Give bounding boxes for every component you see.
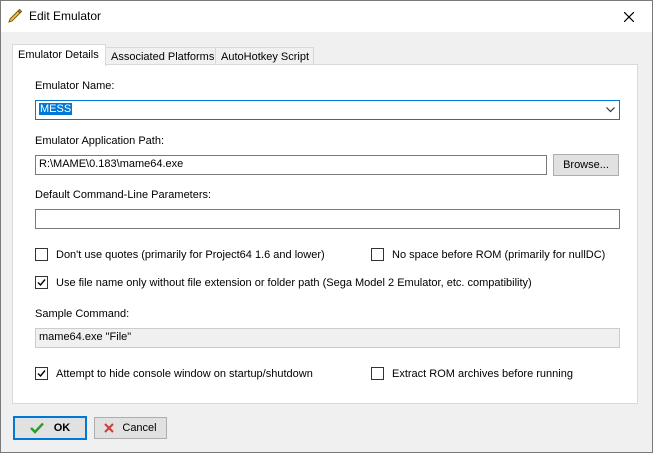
emulator-name-combobox[interactable]: MESS — [35, 100, 620, 120]
tab-emulator-details[interactable]: Emulator Details — [12, 44, 106, 66]
x-icon — [104, 423, 115, 433]
application-path-label: Emulator Application Path: — [35, 135, 165, 147]
window-title: Edit Emulator — [29, 9, 102, 23]
emulator-name-label: Emulator Name: — [35, 80, 115, 92]
checkbox-label: No space before ROM (primarily for nullD… — [392, 248, 606, 261]
command-line-parameters-input[interactable] — [35, 209, 620, 229]
browse-button-label: Browse... — [563, 159, 609, 171]
check-mark-icon — [37, 370, 46, 378]
cancel-button[interactable]: Cancel — [94, 417, 167, 439]
close-button[interactable] — [606, 1, 652, 32]
tab-associated-platforms[interactable]: Associated Platforms — [105, 47, 216, 65]
emulator-name-value: MESS — [39, 103, 73, 115]
pencil-icon — [7, 7, 23, 23]
dont-use-quotes-checkbox[interactable]: Don't use quotes (primarily for Project6… — [35, 248, 325, 261]
checkbox-label: Use file name only without file extensio… — [56, 276, 532, 289]
ok-button-label: OK — [53, 422, 71, 434]
title-bar: Edit Emulator — [1, 1, 652, 32]
sample-command-label: Sample Command: — [35, 308, 130, 320]
tab-label: Emulator Details — [18, 49, 99, 61]
checkbox-box[interactable] — [35, 276, 48, 289]
emulator-details-panel: Emulator Name: MESS Emulator Application… — [12, 64, 638, 404]
extract-rom-checkbox[interactable]: Extract ROM archives before running — [371, 367, 573, 380]
checkbox-box[interactable] — [371, 367, 384, 380]
checkbox-label: Extract ROM archives before running — [392, 367, 573, 380]
tab-label: AutoHotkey Script — [221, 51, 310, 63]
tab-autohotkey-script[interactable]: AutoHotkey Script — [215, 47, 314, 65]
checkbox-box[interactable] — [35, 367, 48, 380]
hide-console-checkbox[interactable]: Attempt to hide console window on startu… — [35, 367, 313, 380]
checkbox-box[interactable] — [371, 248, 384, 261]
window-bottom-edge — [1, 446, 652, 452]
file-name-only-checkbox[interactable]: Use file name only without file extensio… — [35, 276, 532, 289]
application-path-input[interactable]: R:\MAME\0.183\mame64.exe — [35, 155, 547, 175]
cancel-button-label: Cancel — [122, 422, 157, 434]
chevron-down-icon[interactable] — [606, 105, 615, 114]
check-mark-icon — [37, 279, 46, 287]
checkbox-label: Attempt to hide console window on startu… — [56, 367, 313, 380]
close-icon — [624, 11, 634, 22]
browse-button[interactable]: Browse... — [553, 154, 619, 176]
checkbox-box[interactable] — [35, 248, 48, 261]
edit-emulator-window: Edit Emulator Emulator Details Associate… — [0, 0, 653, 453]
command-line-parameters-label: Default Command-Line Parameters: — [35, 189, 212, 201]
sample-command-field: mame64.exe "File" — [35, 328, 620, 348]
checkbox-label: Don't use quotes (primarily for Project6… — [56, 248, 325, 261]
checkmark-icon — [29, 422, 44, 434]
no-space-before-rom-checkbox[interactable]: No space before ROM (primarily for nullD… — [371, 248, 605, 261]
ok-button[interactable]: OK — [13, 416, 87, 440]
tab-label: Associated Platforms — [111, 51, 215, 63]
